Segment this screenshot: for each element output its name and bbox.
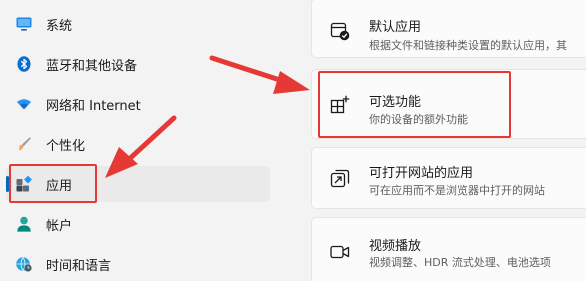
card-description: 根据文件和链接种类设置的默认应用，其 bbox=[369, 39, 567, 52]
sidebar-item-label: 个性化 bbox=[46, 138, 86, 154]
video-playback-icon bbox=[330, 242, 350, 262]
globe-clock-icon bbox=[16, 256, 32, 272]
person-icon bbox=[16, 216, 32, 232]
sidebar-item-time-language[interactable]: 时间和语言 bbox=[6, 246, 270, 281]
wifi-icon bbox=[16, 96, 32, 112]
brush-icon bbox=[16, 136, 32, 152]
monitor-icon bbox=[16, 16, 32, 32]
sidebar-item-label: 系统 bbox=[46, 18, 73, 34]
annotation-highlight-optional-features bbox=[318, 71, 511, 138]
apps-for-websites-icon bbox=[330, 169, 350, 189]
sidebar-item-label: 时间和语言 bbox=[46, 258, 112, 274]
card-default-apps[interactable]: 默认应用 根据文件和链接种类设置的默认应用，其 bbox=[311, 0, 586, 58]
sidebar-item-personalization[interactable]: 个性化 bbox=[6, 126, 270, 162]
card-description: 视频调整、HDR 流式处理、电池选项 bbox=[369, 256, 551, 269]
card-title: 可打开网站的应用 bbox=[369, 166, 474, 181]
sidebar-item-accounts[interactable]: 帐户 bbox=[6, 206, 270, 242]
sidebar-item-bluetooth[interactable]: 蓝牙和其他设备 bbox=[6, 46, 270, 82]
bluetooth-icon bbox=[16, 56, 32, 72]
card-title: 视频播放 bbox=[369, 239, 422, 254]
sidebar-item-label: 网络和 Internet bbox=[46, 98, 141, 114]
card-title: 默认应用 bbox=[369, 20, 422, 35]
card-apps-for-websites[interactable]: 可打开网站的应用 可在应用而不是浏览器中打开的网站 bbox=[311, 147, 586, 209]
default-apps-icon bbox=[330, 21, 350, 41]
card-description: 可在应用而不是浏览器中打开的网站 bbox=[369, 184, 545, 197]
sidebar-item-label: 蓝牙和其他设备 bbox=[46, 58, 138, 74]
sidebar-item-label: 帐户 bbox=[46, 218, 73, 234]
card-video-playback[interactable]: 视频播放 视频调整、HDR 流式处理、电池选项 bbox=[311, 217, 586, 281]
sidebar-item-network[interactable]: 网络和 Internet bbox=[6, 86, 270, 122]
sidebar-item-system[interactable]: 系统 bbox=[6, 6, 270, 42]
annotation-highlight-apps bbox=[9, 164, 97, 203]
